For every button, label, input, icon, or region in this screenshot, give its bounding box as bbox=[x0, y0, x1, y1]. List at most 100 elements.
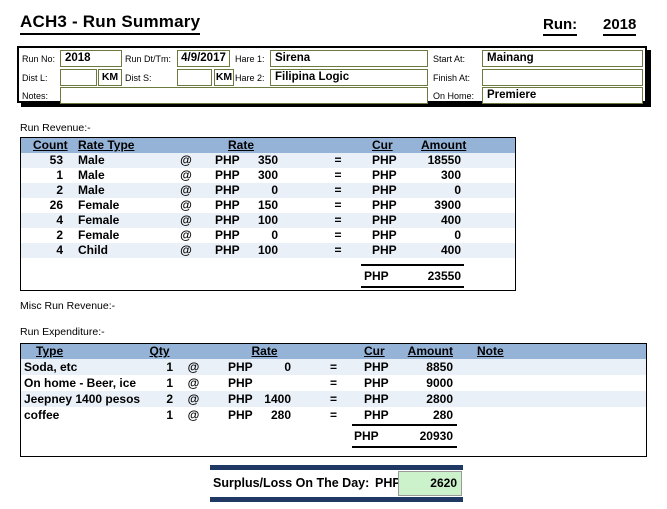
equals-symbol: = bbox=[301, 359, 356, 375]
cur-header: Cur bbox=[371, 138, 421, 153]
run-details-form: Run No: Run Dt/Tm: Hare 1: Start At: 201… bbox=[17, 46, 647, 103]
at-symbol: @ bbox=[181, 407, 216, 423]
at-symbol: @ bbox=[161, 153, 211, 168]
note-header: Note bbox=[476, 344, 648, 359]
table-row: On home - Beer, ice 1 @ PHP = PHP 9000 bbox=[21, 375, 646, 391]
amount-header: Amount bbox=[406, 344, 476, 359]
equals-symbol: = bbox=[281, 153, 371, 168]
run-date-field[interactable]: 4/9/2017 bbox=[177, 50, 230, 67]
rate-cell: 0 bbox=[261, 359, 301, 375]
rate-cell: 100 bbox=[256, 243, 281, 258]
amount-cell: 9000 bbox=[406, 375, 476, 391]
currency-label: PHP bbox=[216, 375, 261, 391]
currency-label: PHP bbox=[356, 375, 406, 391]
at-symbol: @ bbox=[181, 375, 216, 391]
run-dt-label: Run Dt/Tm: bbox=[125, 54, 171, 64]
currency-label: PHP bbox=[211, 213, 256, 228]
amount-cell: 2800 bbox=[406, 391, 476, 407]
amount-cell: 400 bbox=[421, 243, 517, 258]
count-cell: 4 bbox=[21, 243, 66, 258]
rate-cell bbox=[261, 375, 301, 391]
equals-symbol: = bbox=[281, 183, 371, 198]
spacer bbox=[161, 138, 211, 153]
currency-label: PHP bbox=[211, 153, 256, 168]
currency-label: PHP bbox=[211, 183, 256, 198]
currency-label: PHP bbox=[216, 407, 261, 423]
amount-cell: 3900 bbox=[421, 198, 517, 213]
count-cell: 2 bbox=[21, 183, 66, 198]
run-expenditure-table: Type Qty Rate Cur Amount Note Soda, etc … bbox=[20, 343, 647, 457]
dist-s-field[interactable] bbox=[177, 69, 212, 86]
type-cell: coffee bbox=[21, 407, 146, 423]
hare2-field[interactable]: Filipina Logic bbox=[270, 69, 428, 86]
currency-label: PHP bbox=[371, 183, 421, 198]
bottom-rule bbox=[210, 497, 463, 502]
page-title: ACH3 - Run Summary bbox=[20, 12, 200, 35]
revenue-rows: 53 Male @ PHP 350 = PHP 18550 1 Male @ P… bbox=[21, 153, 515, 258]
rate-type-cell: Child bbox=[66, 243, 161, 258]
rate-header: Rate bbox=[211, 138, 281, 153]
table-row: Jeepney 1400 pesos 2 @ PHP 1400 = PHP 28… bbox=[21, 391, 646, 407]
at-symbol: @ bbox=[161, 213, 211, 228]
equals-symbol: = bbox=[301, 407, 356, 423]
run-no-field[interactable]: 2018 bbox=[60, 50, 122, 67]
at-symbol: @ bbox=[181, 391, 216, 407]
type-header: Type bbox=[21, 344, 146, 359]
equals-symbol: = bbox=[301, 391, 356, 407]
qty-cell: 2 bbox=[146, 391, 181, 407]
dist-s-km-unit: KM bbox=[214, 69, 234, 86]
rate-cell: 100 bbox=[256, 213, 281, 228]
amount-cell: 0 bbox=[421, 183, 517, 198]
rate-type-cell: Male bbox=[66, 183, 161, 198]
spacer bbox=[281, 138, 371, 153]
equals-symbol: = bbox=[281, 228, 371, 243]
rate-cell: 280 bbox=[261, 407, 301, 423]
amount-cell: 300 bbox=[421, 168, 517, 183]
equals-symbol: = bbox=[281, 243, 371, 258]
hare1-field[interactable]: Sirena bbox=[270, 50, 428, 67]
equals-symbol: = bbox=[301, 375, 356, 391]
expenditure-rows: Soda, etc 1 @ PHP 0 = PHP 8850 On home -… bbox=[21, 359, 646, 423]
currency-label: PHP bbox=[356, 407, 406, 423]
rate-cell: 150 bbox=[256, 198, 281, 213]
rate-cell: 350 bbox=[256, 153, 281, 168]
table-row: 26 Female @ PHP 150 = PHP 3900 bbox=[21, 198, 515, 213]
at-symbol: @ bbox=[181, 359, 216, 375]
run-expenditure-section-label: Run Expenditure:- bbox=[20, 326, 105, 338]
table-row: 2 Female @ PHP 0 = PHP 0 bbox=[21, 228, 515, 243]
on-home-field[interactable]: Premiere bbox=[482, 87, 643, 104]
currency-label: PHP bbox=[371, 228, 421, 243]
type-cell: On home - Beer, ice bbox=[21, 375, 146, 391]
currency-label: PHP bbox=[211, 198, 256, 213]
rate-cell: 0 bbox=[256, 183, 281, 198]
start-at-field[interactable]: Mainang bbox=[482, 50, 643, 67]
at-symbol: @ bbox=[161, 168, 211, 183]
finish-at-field[interactable] bbox=[482, 69, 643, 86]
dist-l-field[interactable] bbox=[60, 69, 97, 86]
run-revenue-table: Count Rate Type Rate Cur Amount 53 Male … bbox=[20, 137, 516, 291]
rate-type-cell: Female bbox=[66, 198, 161, 213]
currency-label: PHP bbox=[216, 391, 261, 407]
qty-cell: 1 bbox=[146, 359, 181, 375]
amount-cell: 400 bbox=[421, 213, 517, 228]
qty-cell: 1 bbox=[146, 375, 181, 391]
rate-cell: 300 bbox=[256, 168, 281, 183]
currency-label: PHP bbox=[216, 359, 261, 375]
hare1-label: Hare 1: bbox=[235, 54, 265, 64]
table-row: 4 Female @ PHP 100 = PHP 400 bbox=[21, 213, 515, 228]
amount-header: Amount bbox=[421, 138, 517, 153]
surplus-strip: Surplus/Loss On The Day: PHP 2620 bbox=[210, 465, 463, 502]
rate-type-cell: Female bbox=[66, 213, 161, 228]
amount-cell: 0 bbox=[421, 228, 517, 243]
surplus-row: Surplus/Loss On The Day: PHP 2620 bbox=[210, 470, 463, 497]
notes-field[interactable] bbox=[60, 87, 428, 104]
run-revenue-section-label: Run Revenue:- bbox=[20, 122, 91, 134]
table-row: 53 Male @ PHP 350 = PHP 18550 bbox=[21, 153, 515, 168]
count-cell: 1 bbox=[21, 168, 66, 183]
currency-label: PHP bbox=[211, 168, 256, 183]
rate-type-header: Rate Type bbox=[66, 138, 161, 153]
expenditure-header-row: Type Qty Rate Cur Amount Note bbox=[21, 344, 646, 359]
count-cell: 53 bbox=[21, 153, 66, 168]
expenditure-total: PHP 20930 bbox=[352, 424, 457, 448]
dist-l-label: Dist L: bbox=[22, 73, 48, 83]
